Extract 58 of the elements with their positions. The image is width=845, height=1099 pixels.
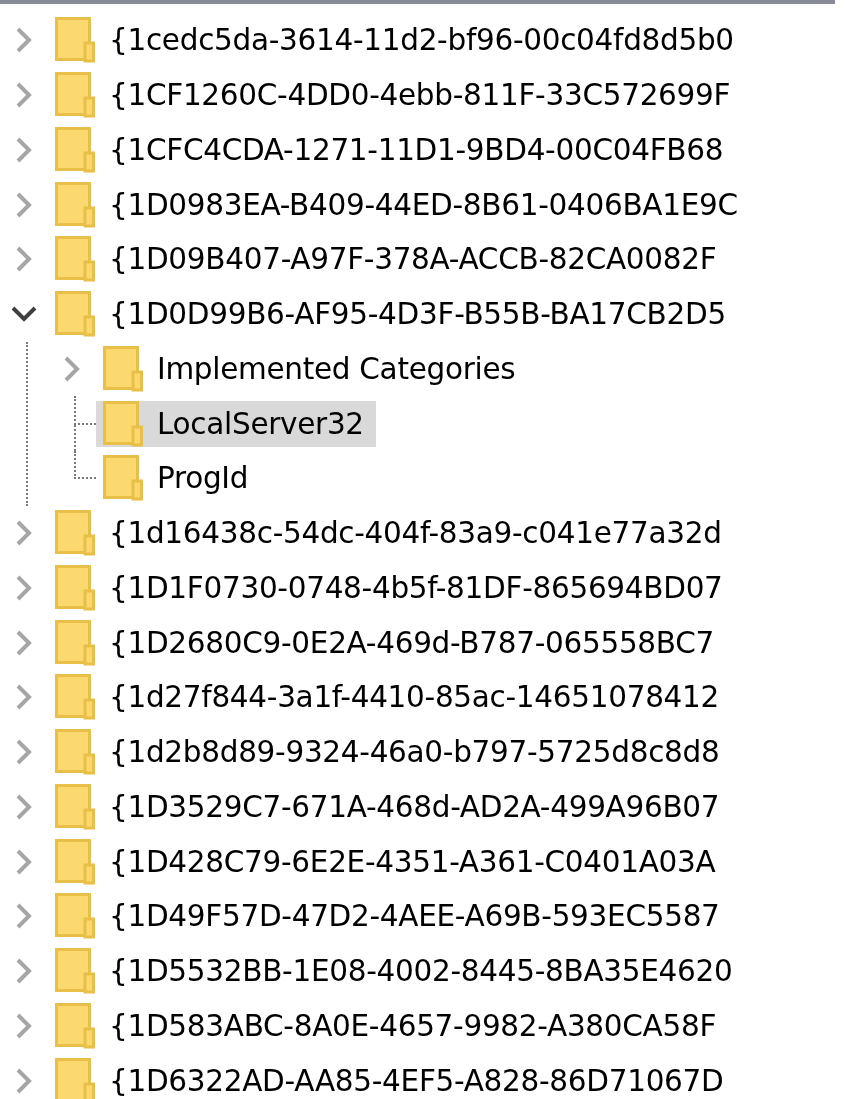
tree-item[interactable]: {1d27f844-3a1f-4410-85ac-14651078412 (48, 674, 732, 721)
folder-icon (55, 510, 95, 557)
tree-item[interactable]: ProgId (96, 455, 261, 502)
folder-icon (55, 126, 95, 173)
expand-icon[interactable] (16, 958, 32, 985)
folder-icon (55, 674, 95, 721)
tree-item[interactable]: {1cedc5da-3614-11d2-bf96-00c04fd8d5b0 (48, 17, 746, 64)
folder-icon (55, 72, 95, 119)
folder-icon (55, 948, 95, 995)
folder-icon (55, 236, 95, 283)
tree-item[interactable]: {1D583ABC-8A0E-4657-9982-A380CA58F (48, 1002, 729, 1049)
expand-icon[interactable] (16, 848, 32, 875)
tree-item[interactable]: {1CF1260C-4DD0-4ebb-811F-33C572699F (48, 72, 743, 119)
folder-icon (103, 400, 143, 447)
tree-item[interactable]: {1d2b8d89-9324-46a0-b797-5725d8c8d8 (48, 729, 732, 776)
expand-icon[interactable] (16, 520, 32, 547)
tree-item[interactable]: {1D09B407-A97F-378A-ACCB-82CA0082F (48, 236, 729, 283)
expand-icon[interactable] (16, 903, 32, 930)
tree-item[interactable]: {1D6322AD-AA85-4EF5-A828-86D71067D (48, 1057, 736, 1099)
tree-item[interactable]: {1D49F57D-47D2-4AEE-A69B-593EC5587 (48, 893, 732, 940)
folder-icon (55, 17, 95, 64)
folder-icon (55, 1002, 95, 1049)
folder-icon (55, 893, 95, 940)
tree-item[interactable]: {1D1F0730-0748-4b5f-81DF-865694BD07 (48, 564, 735, 611)
folder-icon (55, 181, 95, 228)
tree-item[interactable]: {1d16438c-54dc-404f-83a9-c041e77a32d (48, 510, 734, 557)
expand-icon[interactable] (16, 1067, 32, 1094)
tree-item[interactable]: {1D5532BB-1E08-4002-8445-8BA35E4620 (48, 948, 745, 995)
tree-item[interactable]: Implemented Categories (96, 345, 528, 392)
tree-item[interactable]: {1D428C79-6E2E-4351-A361-C0401A03A (48, 838, 728, 885)
tree-item[interactable]: LocalServer32 (96, 400, 376, 447)
expand-icon[interactable] (16, 136, 32, 163)
tree-item[interactable]: {1D0983EA-B409-44ED-8B61-0406BA1E9C (48, 181, 750, 228)
tree-item[interactable]: {1D3529C7-671A-468d-AD2A-499A96B07 (48, 783, 732, 830)
folder-icon (103, 455, 143, 502)
expand-icon[interactable] (64, 355, 80, 382)
expand-icon[interactable] (16, 82, 32, 109)
folder-icon (103, 345, 143, 392)
folder-icon (55, 291, 95, 338)
folder-icon (55, 838, 95, 885)
collapse-icon[interactable] (11, 306, 37, 323)
tree-item[interactable]: {1CFC4CDA-1271-11D1-9BD4-00C04FB68 (48, 126, 736, 173)
expand-icon[interactable] (16, 27, 32, 54)
expand-icon[interactable] (16, 574, 32, 601)
tree-item[interactable]: {1D2680C9-0E2A-469d-B787-065558BC7 (48, 619, 726, 666)
folder-icon (55, 783, 95, 830)
expand-icon[interactable] (16, 739, 32, 766)
expand-icon[interactable] (16, 684, 32, 711)
expand-icon[interactable] (16, 191, 32, 218)
folder-icon (55, 619, 95, 666)
folder-icon (55, 564, 95, 611)
folder-icon (55, 729, 95, 776)
expand-icon[interactable] (16, 629, 32, 656)
expand-icon[interactable] (16, 1012, 32, 1039)
tree-item[interactable]: {1D0D99B6-AF95-4D3F-B55B-BA17CB2D5 (48, 291, 738, 338)
expand-icon[interactable] (16, 246, 32, 273)
folder-icon (55, 1057, 95, 1099)
expand-icon[interactable] (16, 793, 32, 820)
